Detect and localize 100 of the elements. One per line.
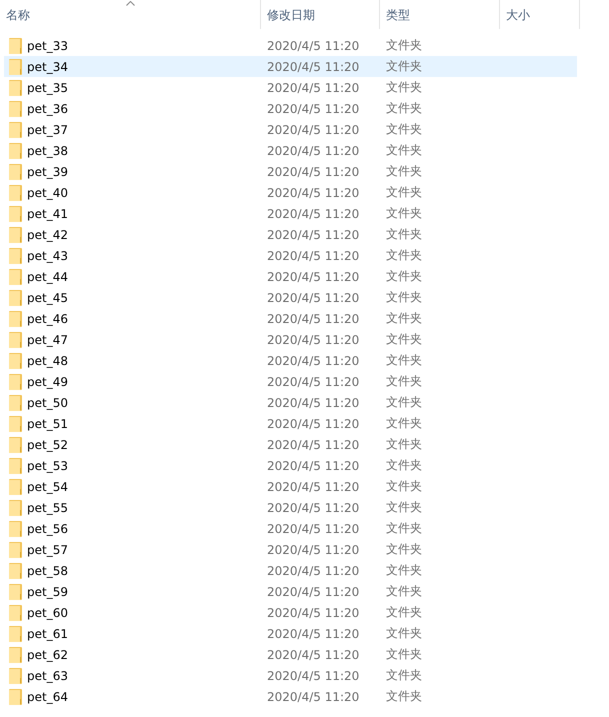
modified-date: 2020/4/5 11:20 bbox=[266, 458, 360, 472]
folder-icon bbox=[9, 626, 22, 642]
modified-date: 2020/4/5 11:20 bbox=[266, 38, 360, 52]
file-name: pet_45 bbox=[27, 290, 68, 304]
file-name: pet_48 bbox=[27, 354, 68, 368]
file-name: pet_40 bbox=[27, 186, 68, 200]
file-row[interactable]: pet_57 2020/4/5 11:20 文件夹 bbox=[4, 539, 577, 560]
file-row[interactable]: pet_51 2020/4/5 11:20 文件夹 bbox=[4, 413, 577, 434]
file-type: 文件夹 bbox=[385, 415, 423, 432]
modified-date: 2020/4/5 11:20 bbox=[266, 584, 360, 598]
file-row[interactable]: pet_40 2020/4/5 11:20 文件夹 bbox=[4, 182, 577, 203]
file-name: pet_58 bbox=[27, 564, 68, 578]
folder-icon bbox=[9, 100, 22, 116]
file-name: pet_64 bbox=[27, 690, 68, 704]
modified-date: 2020/4/5 11:20 bbox=[266, 248, 360, 262]
file-name: pet_49 bbox=[27, 374, 68, 388]
folder-icon bbox=[9, 604, 22, 620]
file-row[interactable]: pet_50 2020/4/5 11:20 文件夹 bbox=[4, 392, 577, 413]
folder-icon bbox=[9, 290, 22, 306]
file-row[interactable]: pet_62 2020/4/5 11:20 文件夹 bbox=[4, 644, 577, 665]
file-row[interactable]: pet_63 2020/4/5 11:20 文件夹 bbox=[4, 665, 577, 686]
file-name: pet_36 bbox=[27, 102, 68, 116]
folder-icon bbox=[9, 584, 22, 600]
file-name: pet_54 bbox=[27, 480, 68, 494]
file-row[interactable]: pet_47 2020/4/5 11:20 文件夹 bbox=[4, 329, 577, 350]
file-row[interactable]: pet_42 2020/4/5 11:20 文件夹 bbox=[4, 224, 577, 245]
file-row[interactable]: pet_54 2020/4/5 11:20 文件夹 bbox=[4, 476, 577, 497]
file-type: 文件夹 bbox=[385, 331, 423, 348]
file-type: 文件夹 bbox=[385, 37, 423, 54]
folder-icon bbox=[9, 80, 22, 96]
file-row[interactable]: pet_58 2020/4/5 11:20 文件夹 bbox=[4, 560, 577, 581]
file-name: pet_63 bbox=[27, 668, 68, 682]
column-header[interactable]: 大小 bbox=[500, 0, 580, 29]
folder-icon bbox=[9, 374, 22, 390]
file-name: pet_43 bbox=[27, 248, 68, 262]
file-row[interactable]: pet_39 2020/4/5 11:20 文件夹 bbox=[4, 161, 577, 182]
modified-date: 2020/4/5 11:20 bbox=[266, 522, 360, 536]
file-type: 文件夹 bbox=[385, 562, 423, 579]
file-row[interactable]: pet_44 2020/4/5 11:20 文件夹 bbox=[4, 266, 577, 287]
file-type: 文件夹 bbox=[385, 688, 423, 705]
modified-date: 2020/4/5 11:20 bbox=[266, 668, 360, 682]
modified-date: 2020/4/5 11:20 bbox=[266, 164, 360, 178]
file-row[interactable]: pet_55 2020/4/5 11:20 文件夹 bbox=[4, 497, 577, 518]
file-name: pet_44 bbox=[27, 270, 68, 284]
column-header[interactable]: 类型 bbox=[380, 0, 500, 29]
file-row[interactable]: pet_41 2020/4/5 11:20 文件夹 bbox=[4, 203, 577, 224]
file-row[interactable]: pet_60 2020/4/5 11:20 文件夹 bbox=[4, 602, 577, 623]
file-row[interactable]: pet_46 2020/4/5 11:20 文件夹 bbox=[4, 308, 577, 329]
file-row[interactable]: pet_53 2020/4/5 11:20 文件夹 bbox=[4, 455, 577, 476]
file-row[interactable]: pet_37 2020/4/5 11:20 文件夹 bbox=[4, 119, 577, 140]
file-row[interactable]: pet_35 2020/4/5 11:20 文件夹 bbox=[4, 77, 577, 98]
file-row[interactable]: pet_59 2020/4/5 11:20 文件夹 bbox=[4, 581, 577, 602]
file-row[interactable]: pet_33 2020/4/5 11:20 文件夹 bbox=[4, 35, 577, 56]
folder-icon bbox=[9, 688, 22, 704]
column-header[interactable]: 修改日期 bbox=[261, 0, 380, 29]
file-row[interactable]: pet_36 2020/4/5 11:20 文件夹 bbox=[4, 98, 577, 119]
modified-date: 2020/4/5 11:20 bbox=[266, 206, 360, 220]
modified-date: 2020/4/5 11:20 bbox=[266, 690, 360, 704]
file-name: pet_52 bbox=[27, 438, 68, 452]
modified-date: 2020/4/5 11:20 bbox=[266, 122, 360, 136]
file-row[interactable]: pet_45 2020/4/5 11:20 文件夹 bbox=[4, 287, 577, 308]
file-row[interactable]: pet_38 2020/4/5 11:20 文件夹 bbox=[4, 140, 577, 161]
folder-icon bbox=[9, 394, 22, 410]
file-type: 文件夹 bbox=[385, 289, 423, 306]
file-type: 文件夹 bbox=[385, 667, 423, 684]
file-name: pet_38 bbox=[27, 144, 68, 158]
file-type: 文件夹 bbox=[385, 373, 423, 390]
file-row[interactable]: pet_34 2020/4/5 11:20 文件夹 bbox=[4, 56, 577, 77]
file-row[interactable]: pet_49 2020/4/5 11:20 文件夹 bbox=[4, 371, 577, 392]
folder-icon bbox=[9, 520, 22, 536]
file-row[interactable]: pet_56 2020/4/5 11:20 文件夹 bbox=[4, 518, 577, 539]
folder-icon bbox=[9, 226, 22, 242]
file-row[interactable]: pet_64 2020/4/5 11:20 文件夹 bbox=[4, 686, 577, 707]
folder-icon bbox=[9, 436, 22, 452]
modified-date: 2020/4/5 11:20 bbox=[266, 500, 360, 514]
file-name: pet_34 bbox=[27, 60, 68, 74]
modified-date: 2020/4/5 11:20 bbox=[266, 80, 360, 94]
modified-date: 2020/4/5 11:20 bbox=[266, 144, 360, 158]
folder-icon bbox=[9, 310, 22, 326]
file-name: pet_59 bbox=[27, 584, 68, 598]
file-name: pet_37 bbox=[27, 122, 68, 136]
modified-date: 2020/4/5 11:20 bbox=[266, 396, 360, 410]
file-row[interactable]: pet_61 2020/4/5 11:20 文件夹 bbox=[4, 623, 577, 644]
file-type: 文件夹 bbox=[385, 478, 423, 495]
folder-icon bbox=[9, 164, 22, 180]
file-type: 文件夹 bbox=[385, 436, 423, 453]
folder-icon bbox=[9, 352, 22, 368]
file-name: pet_56 bbox=[27, 522, 68, 536]
file-type: 文件夹 bbox=[385, 142, 423, 159]
file-row[interactable]: pet_52 2020/4/5 11:20 文件夹 bbox=[4, 434, 577, 455]
folder-icon bbox=[9, 416, 22, 432]
file-name: pet_57 bbox=[27, 542, 68, 556]
modified-date: 2020/4/5 11:20 bbox=[266, 626, 360, 640]
file-type: 文件夹 bbox=[385, 121, 423, 138]
modified-date: 2020/4/5 11:20 bbox=[266, 332, 360, 346]
file-row[interactable]: pet_43 2020/4/5 11:20 文件夹 bbox=[4, 245, 577, 266]
file-row[interactable]: pet_48 2020/4/5 11:20 文件夹 bbox=[4, 350, 577, 371]
file-name: pet_35 bbox=[27, 80, 68, 94]
file-type: 文件夹 bbox=[385, 226, 423, 243]
file-name: pet_61 bbox=[27, 626, 68, 640]
